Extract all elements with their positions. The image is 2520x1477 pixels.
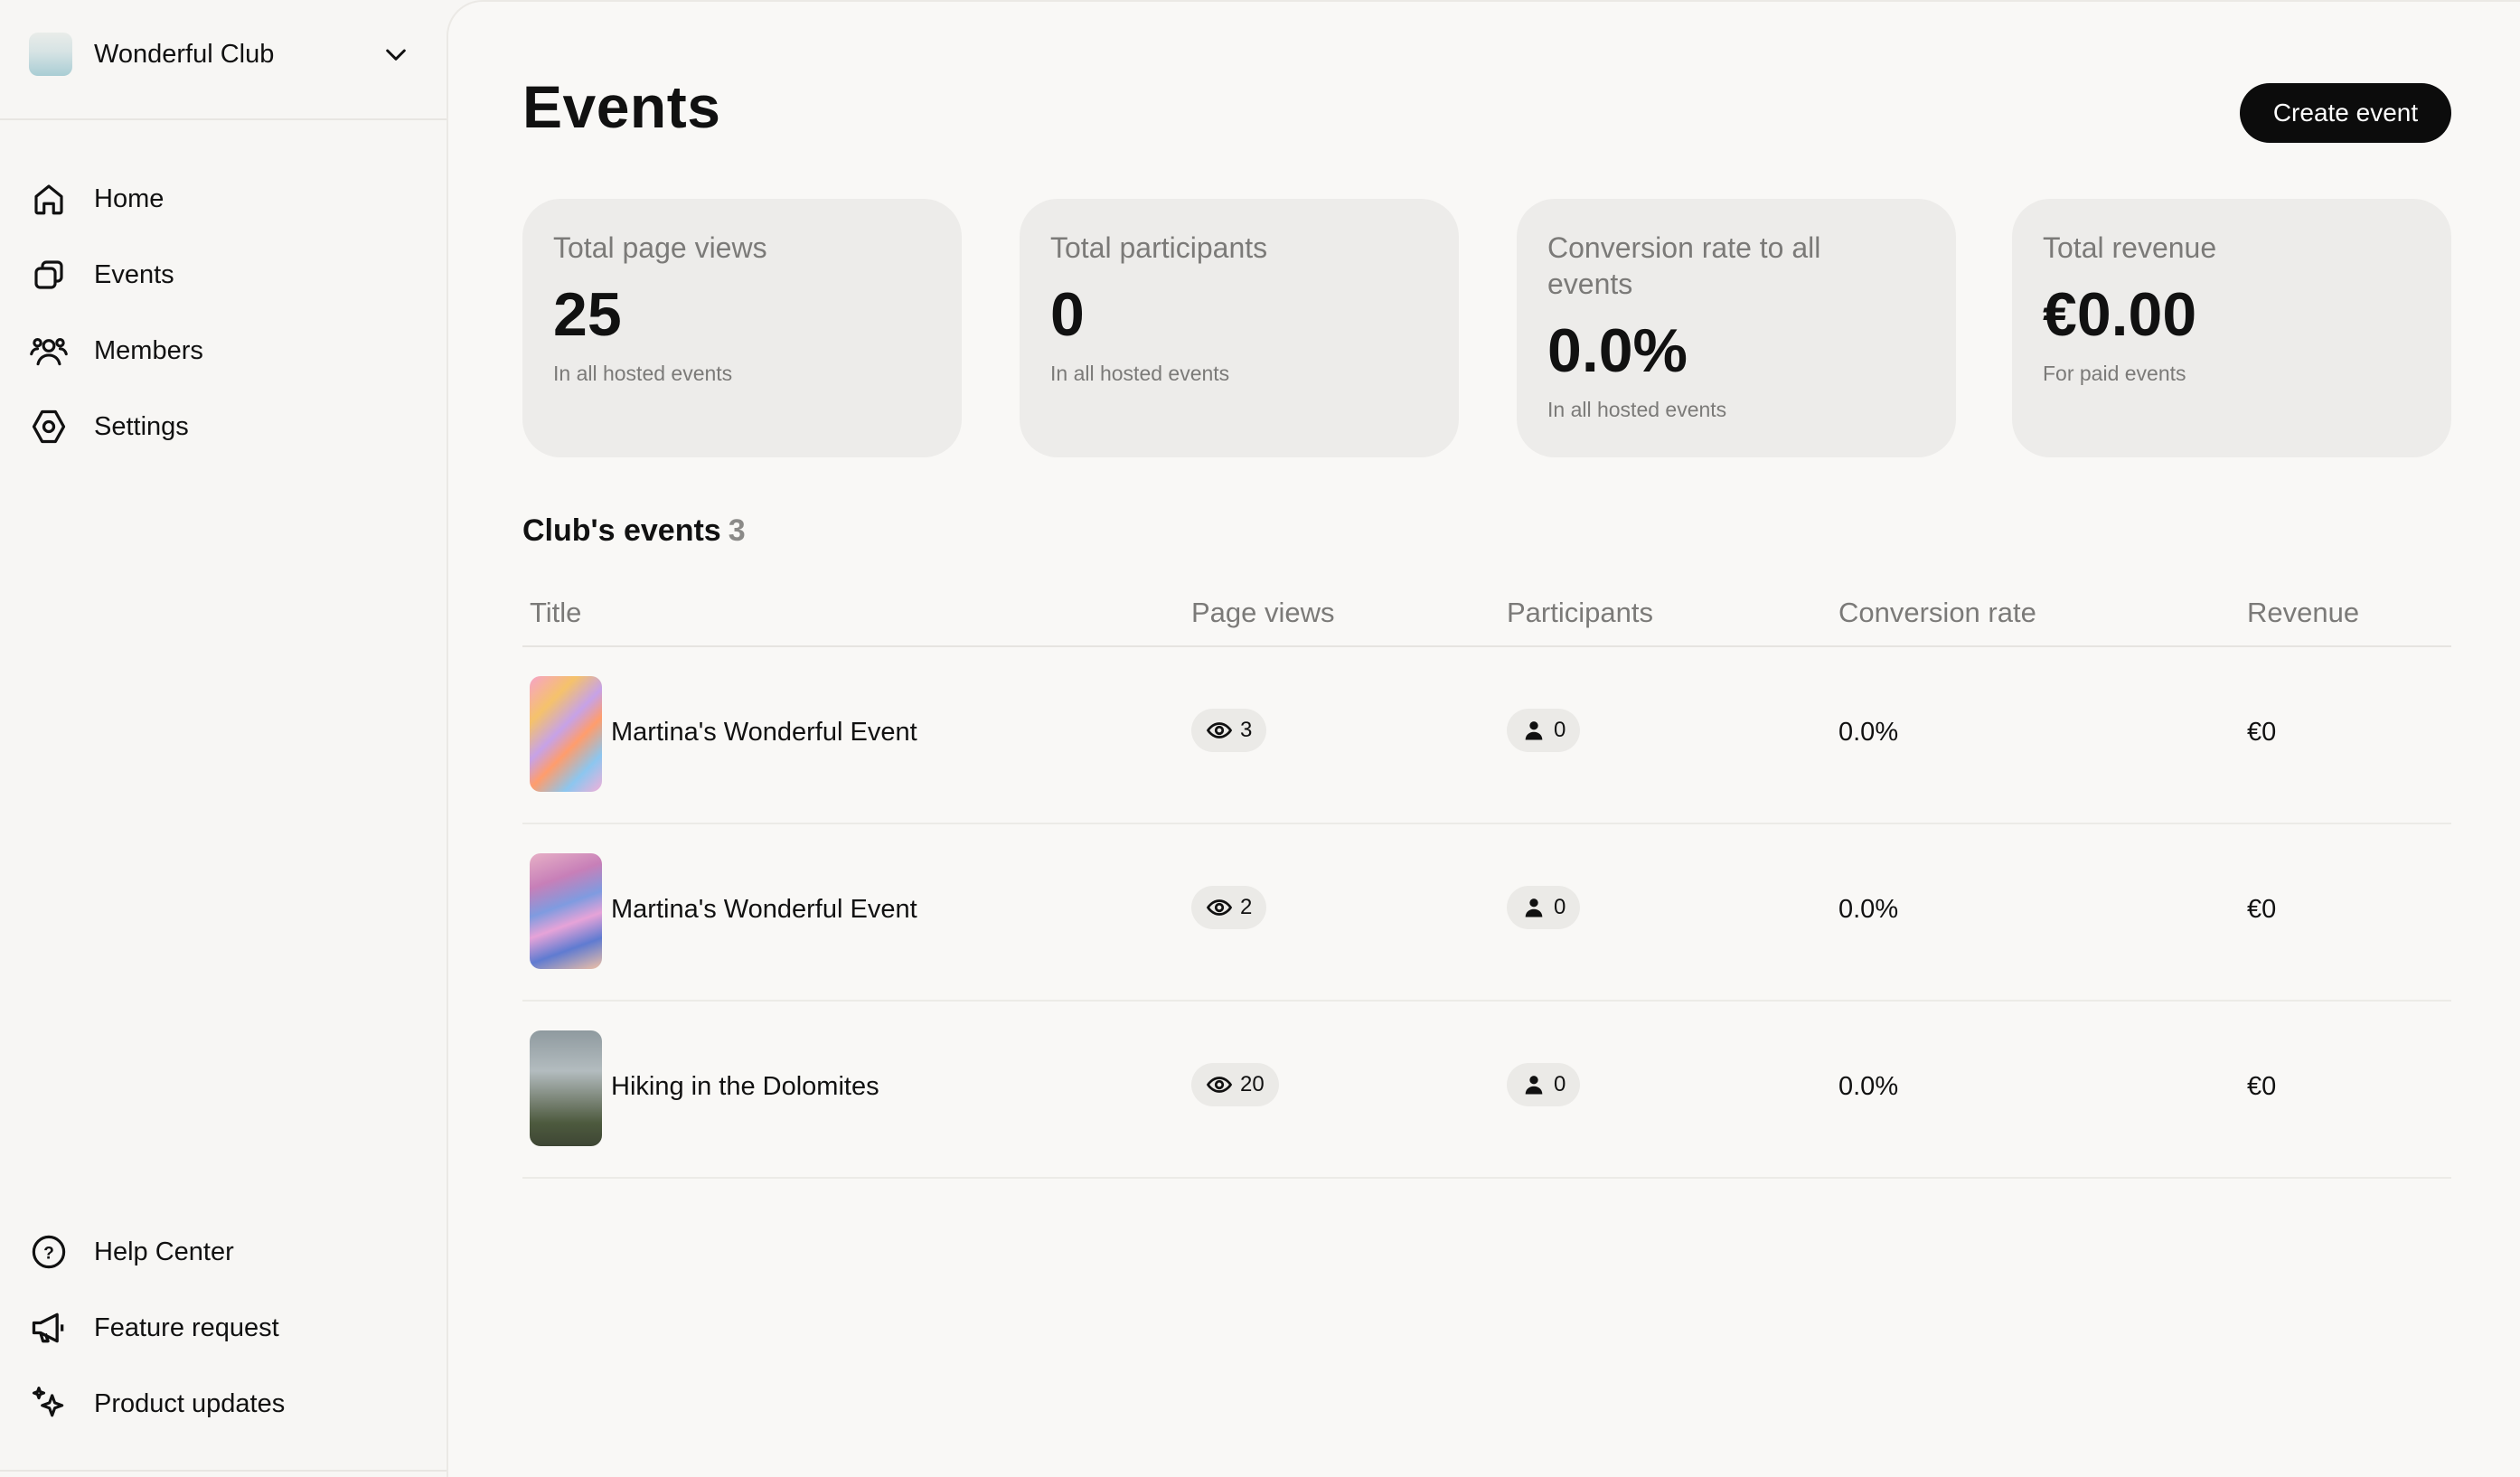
- conversion-rate-cell: 0.0%: [1838, 895, 1899, 924]
- page-views-badge: 2: [1191, 886, 1267, 929]
- sidebar-item-label: Events: [94, 259, 174, 289]
- event-title[interactable]: Martina's Wonderful Event: [611, 718, 917, 748]
- revenue-cell: €0: [2247, 1072, 2277, 1101]
- sidebar-item-members[interactable]: Members: [29, 313, 418, 389]
- column-header-conversion-rate[interactable]: Conversion rate: [1838, 597, 2036, 629]
- sidebar: Wonderful Club Home Events Members Setti…: [0, 0, 447, 1477]
- stat-card-page-views: Total page views 25 In all hosted events: [522, 199, 962, 457]
- sidebar-nav: Home Events Members Settings: [29, 161, 418, 465]
- help-icon: ?: [29, 1232, 69, 1272]
- stat-card-revenue: Total revenue €0.00 For paid events: [2012, 199, 2451, 457]
- stat-subtext: In all hosted events: [1547, 398, 1727, 421]
- sidebar-item-settings[interactable]: Settings: [29, 389, 418, 465]
- stat-subtext: In all hosted events: [1050, 362, 1230, 385]
- home-icon: [29, 179, 69, 219]
- stat-value: 0.0%: [1547, 316, 1688, 385]
- stat-value: 0: [1050, 280, 1085, 349]
- sidebar-item-label: Product updates: [94, 1388, 286, 1418]
- create-event-button[interactable]: Create event: [2240, 83, 2451, 143]
- sidebar-item-label: Members: [94, 335, 203, 365]
- person-icon: [1525, 898, 1543, 917]
- eye-icon: [1206, 722, 1233, 738]
- stat-subtext: In all hosted events: [553, 362, 733, 385]
- sidebar-bottom-nav: ? Help Center Feature request Product up…: [29, 1214, 418, 1442]
- sidebar-item-help-center[interactable]: ? Help Center: [29, 1214, 418, 1290]
- column-header-participants[interactable]: Participants: [1507, 597, 1653, 629]
- sidebar-item-product-updates[interactable]: Product updates: [29, 1366, 418, 1442]
- participants-value: 0: [1554, 895, 1566, 919]
- events-icon: [29, 255, 69, 295]
- club-switcher[interactable]: Wonderful Club: [29, 27, 418, 81]
- column-header-title[interactable]: Title: [530, 597, 581, 629]
- eye-icon: [1206, 1077, 1233, 1093]
- page-views-value: 3: [1240, 718, 1253, 742]
- revenue-cell: €0: [2247, 718, 2277, 747]
- participants-badge: 0: [1507, 709, 1581, 752]
- sidebar-item-label: Feature request: [94, 1312, 279, 1342]
- sidebar-item-label: Settings: [94, 411, 189, 441]
- page-views-value: 20: [1240, 1072, 1265, 1096]
- page-views-badge: 3: [1191, 709, 1267, 752]
- stats-cards: Total page views 25 In all hosted events…: [522, 199, 2451, 457]
- events-section-title: Club's events 3: [522, 513, 746, 549]
- stat-subtext: For paid events: [2043, 362, 2186, 385]
- eye-icon: [1206, 899, 1233, 916]
- page-title: Events: [522, 73, 721, 140]
- events-section-label: Club's events: [522, 513, 721, 548]
- stat-label: Total revenue: [2043, 231, 2217, 264]
- event-thumbnail: [530, 1030, 602, 1146]
- event-title[interactable]: Hiking in the Dolomites: [611, 1072, 879, 1102]
- events-table: Title Page views Participants Conversion…: [522, 591, 2451, 1179]
- column-header-page-views[interactable]: Page views: [1191, 597, 1335, 629]
- event-thumbnail: [530, 853, 602, 969]
- table-header: Title Page views Participants Conversion…: [522, 591, 2451, 647]
- page-views-value: 2: [1240, 895, 1253, 919]
- conversion-rate-cell: 0.0%: [1838, 1072, 1899, 1101]
- table-row[interactable]: Martina's Wonderful Event 3 0 0.0% €0: [522, 647, 2451, 824]
- club-avatar: [29, 33, 72, 76]
- stat-label: Conversion rate to all events: [1547, 231, 1821, 300]
- club-name: Wonderful Club: [94, 39, 275, 69]
- page-views-badge: 20: [1191, 1063, 1279, 1106]
- stat-label: Total participants: [1050, 231, 1268, 264]
- participants-value: 0: [1554, 1072, 1566, 1096]
- sidebar-item-home[interactable]: Home: [29, 161, 418, 237]
- sidebar-item-label: Help Center: [94, 1237, 234, 1266]
- participants-badge: 0: [1507, 886, 1581, 929]
- event-thumbnail: [530, 676, 602, 792]
- stat-value: 25: [553, 280, 622, 349]
- settings-icon: [29, 407, 69, 447]
- sparkle-icon: [29, 1384, 69, 1424]
- conversion-rate-cell: 0.0%: [1838, 718, 1899, 747]
- svg-text:?: ?: [43, 1245, 54, 1264]
- stat-card-participants: Total participants 0 In all hosted event…: [1020, 199, 1459, 457]
- stat-card-conversion-rate: Conversion rate to all events 0.0% In al…: [1517, 199, 1956, 457]
- sidebar-divider: [0, 118, 447, 120]
- person-icon: [1525, 721, 1543, 740]
- main-panel: Events Create event Total page views 25 …: [447, 0, 2520, 1477]
- stat-label: Total page views: [553, 231, 767, 264]
- chevron-down-icon: [386, 49, 406, 61]
- participants-badge: 0: [1507, 1063, 1581, 1106]
- table-row[interactable]: Martina's Wonderful Event 2 0 0.0% €0: [522, 824, 2451, 1002]
- column-header-revenue[interactable]: Revenue: [2247, 597, 2359, 629]
- participants-value: 0: [1554, 718, 1566, 742]
- sidebar-bottom-divider: [0, 1470, 447, 1472]
- megaphone-icon: [29, 1308, 69, 1348]
- person-icon: [1525, 1076, 1543, 1095]
- events-count: 3: [728, 513, 746, 548]
- sidebar-item-label: Home: [94, 183, 165, 213]
- event-title[interactable]: Martina's Wonderful Event: [611, 895, 917, 925]
- revenue-cell: €0: [2247, 895, 2277, 924]
- table-row[interactable]: Hiking in the Dolomites 20 0 0.0% €0: [522, 1002, 2451, 1179]
- stat-value: €0.00: [2043, 280, 2197, 349]
- sidebar-item-events[interactable]: Events: [29, 237, 418, 313]
- sidebar-item-feature-request[interactable]: Feature request: [29, 1290, 418, 1366]
- members-icon: [29, 331, 69, 371]
